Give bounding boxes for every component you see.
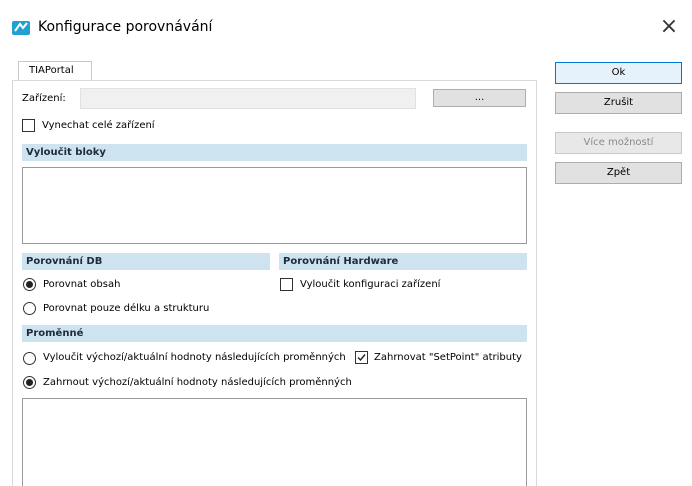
cancel-button[interactable]: Zrušit (555, 92, 682, 114)
device-label: Zařízení: (22, 93, 66, 104)
variables-header: Proměnné (22, 325, 527, 342)
device-field[interactable] (80, 88, 416, 109)
window-title: Konfigurace porovnávání (38, 19, 213, 35)
compare-content-radio[interactable] (23, 278, 36, 291)
db-compare-header: Porovnání DB (22, 253, 270, 270)
tab-tiaportal[interactable]: TIAPortal (18, 61, 92, 80)
compare-structure-label: Porovnat pouze délku a strukturu (43, 303, 210, 314)
exclude-values-label: Vyloučit výchozí/aktuální hodnoty násled… (43, 352, 346, 363)
close-icon[interactable]: × (656, 16, 682, 38)
ok-button[interactable]: Ok (555, 62, 682, 84)
skip-device-label: Vynechat celé zařízení (42, 120, 155, 131)
more-options-button[interactable]: Více možností (555, 132, 682, 154)
exclude-device-config-checkbox[interactable] (280, 278, 293, 291)
browse-button[interactable]: ... (433, 89, 526, 107)
exclude-values-radio[interactable] (23, 352, 36, 365)
compare-structure-radio[interactable] (23, 302, 36, 315)
include-values-label: Zahrnout výchozí/aktuální hodnoty násled… (43, 377, 352, 388)
include-values-radio[interactable] (23, 376, 36, 389)
exclude-blocks-list[interactable] (22, 167, 527, 244)
title-bar: Konfigurace porovnávání × (0, 0, 692, 44)
hw-compare-header: Porovnání Hardware (279, 253, 527, 270)
variables-list[interactable] (22, 398, 527, 486)
skip-device-checkbox[interactable] (22, 119, 35, 132)
checkmark-icon (357, 354, 366, 362)
tia-portal-app-icon (12, 21, 30, 35)
back-button[interactable]: Zpět (555, 162, 682, 184)
setpoint-label: Zahrnovat "SetPoint" atributy (374, 352, 522, 363)
compare-content-label: Porovnat obsah (43, 279, 121, 290)
exclude-blocks-header: Vyloučit bloky (22, 144, 527, 161)
exclude-device-config-label: Vyloučit konfiguraci zařízení (300, 279, 441, 290)
setpoint-checkbox[interactable] (355, 351, 368, 364)
